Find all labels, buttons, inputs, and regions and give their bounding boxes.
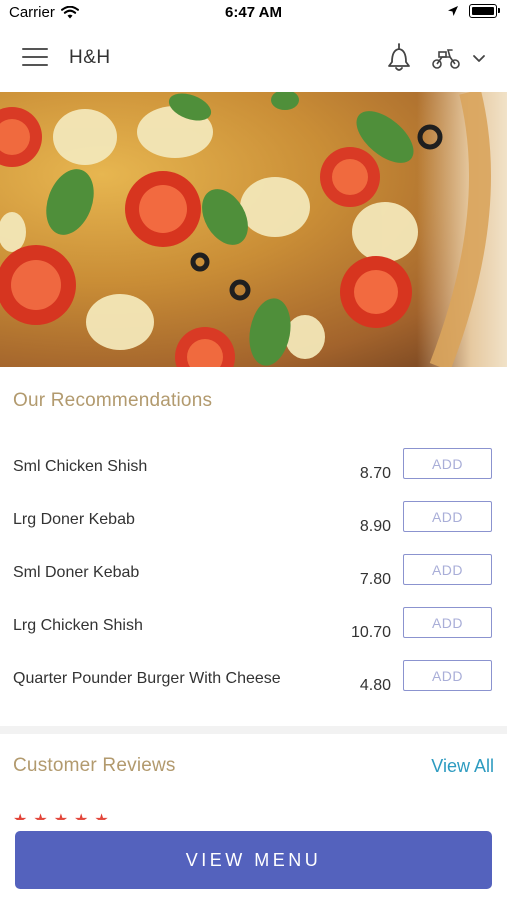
add-button[interactable]: ADD — [403, 448, 492, 479]
item-name: Quarter Pounder Burger With Cheese — [13, 670, 281, 687]
recommendations-title: Our Recommendations — [13, 390, 213, 411]
recommendation-row: Lrg Doner Kebab 8.90 ADD — [0, 501, 507, 551]
reviews-title: Customer Reviews — [13, 755, 176, 776]
item-name: Sml Chicken Shish — [13, 458, 148, 475]
location-arrow-icon — [448, 6, 458, 16]
item-price: 4.80 — [359, 677, 391, 694]
add-button[interactable]: ADD — [403, 554, 492, 585]
app-title: H&H — [69, 47, 111, 68]
nav-bar: H&H — [0, 26, 507, 92]
recommendation-row: Quarter Pounder Burger With Cheese 4.80 … — [0, 660, 507, 710]
item-price: 8.70 — [359, 465, 391, 482]
status-bar: Carrier 6:47 AM — [0, 0, 507, 26]
item-price: 8.90 — [359, 518, 391, 535]
item-name: Sml Doner Kebab — [13, 564, 140, 581]
item-name: Lrg Chicken Shish — [13, 617, 143, 634]
add-button[interactable]: ADD — [403, 501, 492, 532]
pizza-illustration — [0, 92, 491, 367]
recommendation-row: Sml Doner Kebab 7.80 ADD — [0, 554, 507, 604]
status-time: 6:47 AM — [225, 4, 282, 21]
scooter-icon[interactable] — [430, 46, 462, 70]
chevron-down-icon[interactable] — [471, 51, 487, 65]
item-price: 10.70 — [350, 624, 391, 641]
item-price: 7.80 — [359, 571, 391, 588]
status-right — [447, 4, 500, 18]
recommendation-row: Sml Chicken Shish 8.70 ADD — [0, 448, 507, 498]
menu-icon[interactable] — [22, 48, 48, 68]
view-menu-button[interactable]: VIEW MENU — [15, 831, 492, 889]
add-button[interactable]: ADD — [403, 660, 492, 691]
hero-pizza-image — [0, 92, 507, 367]
battery-icon — [469, 4, 500, 18]
bell-icon[interactable] — [384, 42, 414, 74]
view-all-link[interactable]: View All — [431, 756, 494, 777]
recommendation-row: Lrg Chicken Shish 10.70 ADD — [0, 607, 507, 657]
item-name: Lrg Doner Kebab — [13, 511, 135, 528]
section-divider — [0, 726, 507, 734]
add-button[interactable]: ADD — [403, 607, 492, 638]
